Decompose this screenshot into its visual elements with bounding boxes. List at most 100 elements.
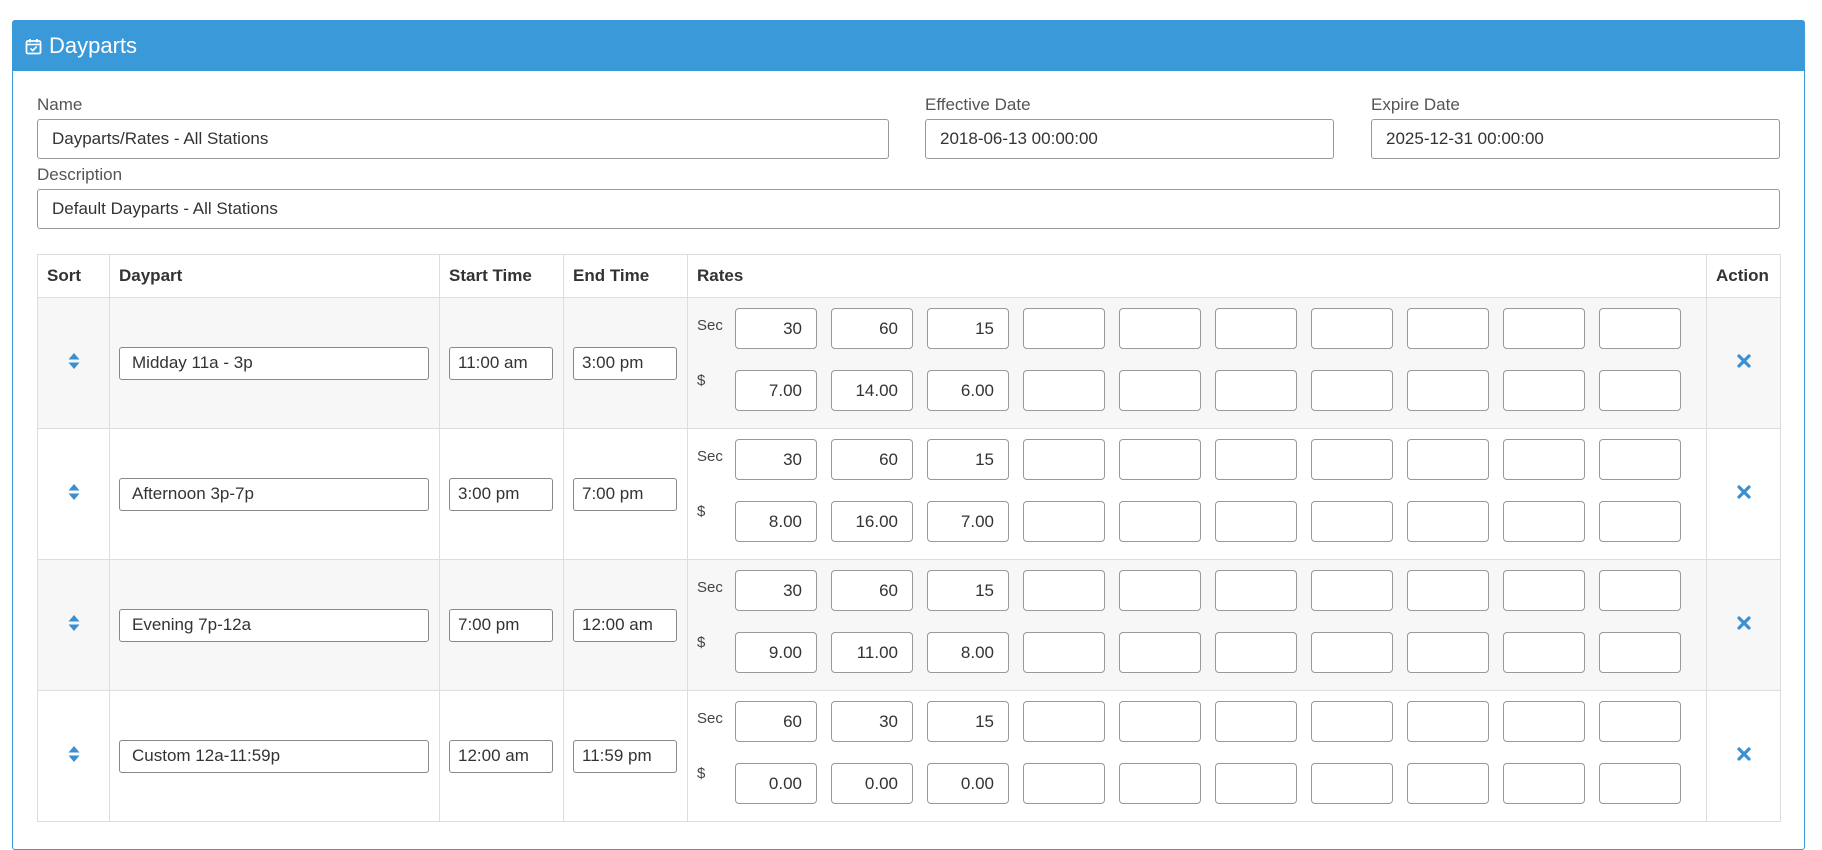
rate-price-input[interactable] bbox=[1503, 370, 1585, 411]
rate-seconds-input[interactable] bbox=[1599, 701, 1681, 742]
rate-seconds-input[interactable] bbox=[1023, 308, 1105, 349]
rate-seconds-input[interactable] bbox=[735, 308, 817, 349]
remove-row-icon[interactable] bbox=[1736, 353, 1752, 369]
rate-seconds-input[interactable] bbox=[1023, 439, 1105, 480]
rate-price-input[interactable] bbox=[1311, 763, 1393, 804]
rate-price-input[interactable] bbox=[1215, 501, 1297, 542]
rate-seconds-input[interactable] bbox=[831, 701, 913, 742]
sort-handle-icon[interactable] bbox=[68, 745, 80, 763]
rate-seconds-input[interactable] bbox=[1503, 439, 1585, 480]
end-time-input[interactable] bbox=[573, 739, 677, 773]
name-input[interactable] bbox=[37, 119, 889, 159]
remove-row-icon[interactable] bbox=[1736, 615, 1752, 631]
remove-row-icon[interactable] bbox=[1736, 484, 1752, 500]
daypart-name-input[interactable] bbox=[119, 346, 429, 380]
rate-price-input[interactable] bbox=[831, 501, 913, 542]
rate-seconds-input[interactable] bbox=[1311, 701, 1393, 742]
rate-price-input[interactable] bbox=[1407, 632, 1489, 673]
rate-price-input[interactable] bbox=[1215, 763, 1297, 804]
rate-seconds-input[interactable] bbox=[1119, 439, 1201, 480]
rate-price-input[interactable] bbox=[735, 501, 817, 542]
rate-price-input[interactable] bbox=[1407, 370, 1489, 411]
rate-price-input[interactable] bbox=[735, 632, 817, 673]
sort-handle-icon[interactable] bbox=[68, 352, 80, 370]
rate-price-input[interactable] bbox=[1023, 501, 1105, 542]
rate-seconds-input[interactable] bbox=[735, 439, 817, 480]
rate-seconds-input[interactable] bbox=[831, 570, 913, 611]
rate-seconds-input[interactable] bbox=[927, 570, 1009, 611]
daypart-name-input[interactable] bbox=[119, 739, 429, 773]
description-input[interactable] bbox=[37, 189, 1780, 229]
rate-seconds-input[interactable] bbox=[1215, 308, 1297, 349]
rate-seconds-input[interactable] bbox=[1023, 701, 1105, 742]
rate-price-input[interactable] bbox=[1311, 370, 1393, 411]
rate-price-input[interactable] bbox=[1599, 370, 1681, 411]
rate-price-input[interactable] bbox=[1119, 501, 1201, 542]
rate-price-input[interactable] bbox=[831, 763, 913, 804]
start-time-input[interactable] bbox=[449, 477, 553, 511]
rate-price-input[interactable] bbox=[1407, 763, 1489, 804]
rate-price-input[interactable] bbox=[1023, 763, 1105, 804]
rate-seconds-input[interactable] bbox=[1311, 570, 1393, 611]
rate-seconds-input[interactable] bbox=[1215, 439, 1297, 480]
rate-price-input[interactable] bbox=[735, 763, 817, 804]
end-time-input[interactable] bbox=[573, 346, 677, 380]
daypart-name-input[interactable] bbox=[119, 477, 429, 511]
rate-seconds-input[interactable] bbox=[1599, 570, 1681, 611]
rate-seconds-input[interactable] bbox=[1119, 701, 1201, 742]
rate-seconds-input[interactable] bbox=[1023, 570, 1105, 611]
rate-price-input[interactable] bbox=[831, 370, 913, 411]
daypart-name-input[interactable] bbox=[119, 608, 429, 642]
rate-price-input[interactable] bbox=[1023, 632, 1105, 673]
rate-price-input[interactable] bbox=[1599, 763, 1681, 804]
rate-seconds-input[interactable] bbox=[927, 439, 1009, 480]
rate-price-input[interactable] bbox=[1119, 632, 1201, 673]
rate-seconds-input[interactable] bbox=[1599, 308, 1681, 349]
rate-price-input[interactable] bbox=[1119, 763, 1201, 804]
remove-row-icon[interactable] bbox=[1736, 746, 1752, 762]
rate-price-input[interactable] bbox=[1215, 632, 1297, 673]
rate-price-input[interactable] bbox=[1503, 501, 1585, 542]
rate-price-input[interactable] bbox=[831, 632, 913, 673]
rate-seconds-input[interactable] bbox=[1503, 308, 1585, 349]
expire-date-input[interactable] bbox=[1371, 119, 1780, 159]
rate-price-input[interactable] bbox=[1023, 370, 1105, 411]
rate-price-input[interactable] bbox=[1311, 501, 1393, 542]
rate-seconds-input[interactable] bbox=[831, 308, 913, 349]
rate-seconds-input[interactable] bbox=[1215, 570, 1297, 611]
rate-price-input[interactable] bbox=[1311, 632, 1393, 673]
rate-seconds-input[interactable] bbox=[735, 701, 817, 742]
rate-price-input[interactable] bbox=[1407, 501, 1489, 542]
rate-price-input[interactable] bbox=[927, 632, 1009, 673]
rate-price-input[interactable] bbox=[1599, 501, 1681, 542]
rate-seconds-input[interactable] bbox=[1503, 701, 1585, 742]
rate-seconds-input[interactable] bbox=[1119, 308, 1201, 349]
sort-handle-icon[interactable] bbox=[68, 483, 80, 501]
rate-price-input[interactable] bbox=[735, 370, 817, 411]
effective-date-input[interactable] bbox=[925, 119, 1334, 159]
rate-seconds-input[interactable] bbox=[1311, 439, 1393, 480]
end-time-input[interactable] bbox=[573, 608, 677, 642]
start-time-input[interactable] bbox=[449, 608, 553, 642]
rate-seconds-input[interactable] bbox=[831, 439, 913, 480]
rate-price-input[interactable] bbox=[1503, 632, 1585, 673]
rate-seconds-input[interactable] bbox=[927, 308, 1009, 349]
rate-seconds-input[interactable] bbox=[1407, 701, 1489, 742]
rate-price-input[interactable] bbox=[1503, 763, 1585, 804]
sort-handle-icon[interactable] bbox=[68, 614, 80, 632]
rate-seconds-input[interactable] bbox=[1599, 439, 1681, 480]
rate-seconds-input[interactable] bbox=[927, 701, 1009, 742]
rate-seconds-input[interactable] bbox=[1215, 701, 1297, 742]
rate-seconds-input[interactable] bbox=[1407, 439, 1489, 480]
end-time-input[interactable] bbox=[573, 477, 677, 511]
rate-seconds-input[interactable] bbox=[1407, 308, 1489, 349]
rate-price-input[interactable] bbox=[927, 501, 1009, 542]
rate-price-input[interactable] bbox=[927, 763, 1009, 804]
rate-seconds-input[interactable] bbox=[1407, 570, 1489, 611]
rate-seconds-input[interactable] bbox=[1119, 570, 1201, 611]
rate-price-input[interactable] bbox=[1119, 370, 1201, 411]
rate-price-input[interactable] bbox=[1215, 370, 1297, 411]
rate-seconds-input[interactable] bbox=[1311, 308, 1393, 349]
rate-seconds-input[interactable] bbox=[1503, 570, 1585, 611]
rate-price-input[interactable] bbox=[1599, 632, 1681, 673]
